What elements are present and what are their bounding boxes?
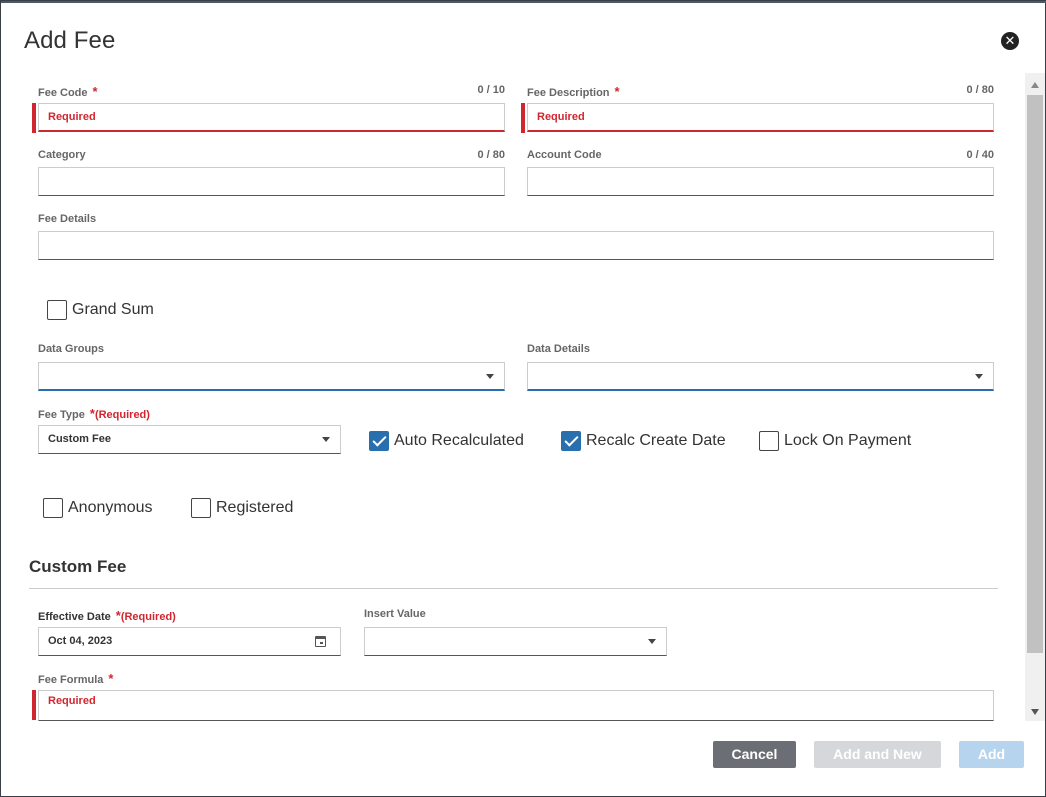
grand-sum-checkbox[interactable]: Grand Sum xyxy=(47,300,154,320)
fee-type-select[interactable]: Custom Fee xyxy=(38,425,341,454)
auto-recalculated-label: Auto Recalculated xyxy=(394,432,524,449)
fee-code-label: Fee Code * xyxy=(38,84,98,99)
lock-on-payment-label: Lock On Payment xyxy=(784,432,912,449)
insert-value-select[interactable] xyxy=(364,627,667,656)
chevron-down-icon xyxy=(322,437,330,442)
fee-type-required-text: (Required) xyxy=(94,409,150,421)
fee-description-error-bar xyxy=(521,103,525,133)
account-code-counter: 0 / 40 xyxy=(966,149,994,161)
fee-description-label: Fee Description * xyxy=(527,84,620,99)
checkbox-box[interactable] xyxy=(43,498,63,518)
scrollbar-thumb[interactable] xyxy=(1027,95,1043,653)
scrollbar[interactable] xyxy=(1025,73,1045,721)
chevron-down-icon xyxy=(486,374,494,379)
recalc-create-date-checkbox[interactable]: Recalc Create Date xyxy=(561,431,726,451)
scroll-down-icon[interactable] xyxy=(1031,709,1039,715)
fee-code-required-text: Required xyxy=(48,111,96,123)
account-code-input[interactable] xyxy=(527,167,994,196)
recalc-create-date-label: Recalc Create Date xyxy=(586,432,726,449)
fee-description-input[interactable]: Required xyxy=(527,103,994,132)
scroll-up-icon[interactable] xyxy=(1031,82,1039,88)
fee-formula-required-text: Required xyxy=(48,695,96,707)
lock-on-payment-checkbox[interactable]: Lock On Payment xyxy=(759,431,911,451)
data-details-label: Data Details xyxy=(527,343,590,355)
effective-date-value: Oct 04, 2023 xyxy=(48,635,113,647)
fee-type-label: Fee Type *(Required) xyxy=(38,406,150,421)
registered-label: Registered xyxy=(216,499,294,516)
required-star: * xyxy=(92,84,98,99)
chevron-down-icon xyxy=(648,639,656,644)
anonymous-checkbox[interactable]: Anonymous xyxy=(43,498,153,518)
category-label: Category xyxy=(38,149,86,161)
form-content: Fee Code * 0 / 10 Required Fee Descriptio… xyxy=(1,73,1025,721)
checkbox-box[interactable] xyxy=(47,300,67,320)
section-divider xyxy=(29,588,998,589)
fee-code-error-bar xyxy=(32,103,36,133)
category-counter: 0 / 80 xyxy=(477,149,505,161)
chevron-down-icon xyxy=(975,374,983,379)
fee-code-counter: 0 / 10 xyxy=(477,84,505,96)
fee-description-required-text: Required xyxy=(537,111,585,123)
auto-recalculated-checkbox[interactable]: Auto Recalculated xyxy=(369,431,524,451)
fee-details-input[interactable] xyxy=(38,231,994,260)
account-code-label: Account Code xyxy=(527,149,602,161)
fee-formula-label: Fee Formula * xyxy=(38,671,114,686)
anonymous-label: Anonymous xyxy=(68,499,153,516)
fee-formula-input[interactable]: Required xyxy=(38,690,994,721)
checkbox-box[interactable] xyxy=(561,431,581,451)
effective-date-required-text: (Required) xyxy=(120,611,176,623)
required-star: * xyxy=(108,671,114,686)
top-border xyxy=(1,1,1046,3)
fee-description-counter: 0 / 80 xyxy=(966,84,994,96)
close-icon[interactable]: ✕ xyxy=(1001,32,1019,50)
required-star: * xyxy=(614,84,620,99)
data-groups-select[interactable] xyxy=(38,362,505,391)
checkbox-box[interactable] xyxy=(759,431,779,451)
cancel-button[interactable]: Cancel xyxy=(713,741,796,768)
dialog-title: Add Fee xyxy=(24,27,116,54)
calendar-icon[interactable] xyxy=(315,636,326,647)
fee-type-value: Custom Fee xyxy=(48,433,111,445)
custom-fee-section-title: Custom Fee xyxy=(29,557,127,576)
data-details-select[interactable] xyxy=(527,362,994,391)
data-groups-label: Data Groups xyxy=(38,343,105,355)
grand-sum-label: Grand Sum xyxy=(72,301,154,318)
effective-date-input[interactable]: Oct 04, 2023 xyxy=(38,627,341,656)
registered-checkbox[interactable]: Registered xyxy=(191,498,293,518)
insert-value-label: Insert Value xyxy=(364,608,426,620)
add-and-new-button[interactable]: Add and New xyxy=(814,741,941,768)
add-fee-dialog: Add Fee ✕ Fee Code * 0 / 10 Required Fee … xyxy=(0,0,1046,797)
fee-details-label: Fee Details xyxy=(38,213,97,225)
fee-formula-error-bar xyxy=(32,690,36,720)
effective-date-label: Effective Date *(Required) xyxy=(38,608,176,623)
category-input[interactable] xyxy=(38,167,505,196)
checkbox-box[interactable] xyxy=(191,498,211,518)
add-button[interactable]: Add xyxy=(959,741,1024,768)
fee-code-input[interactable]: Required xyxy=(38,103,505,132)
checkbox-box[interactable] xyxy=(369,431,389,451)
